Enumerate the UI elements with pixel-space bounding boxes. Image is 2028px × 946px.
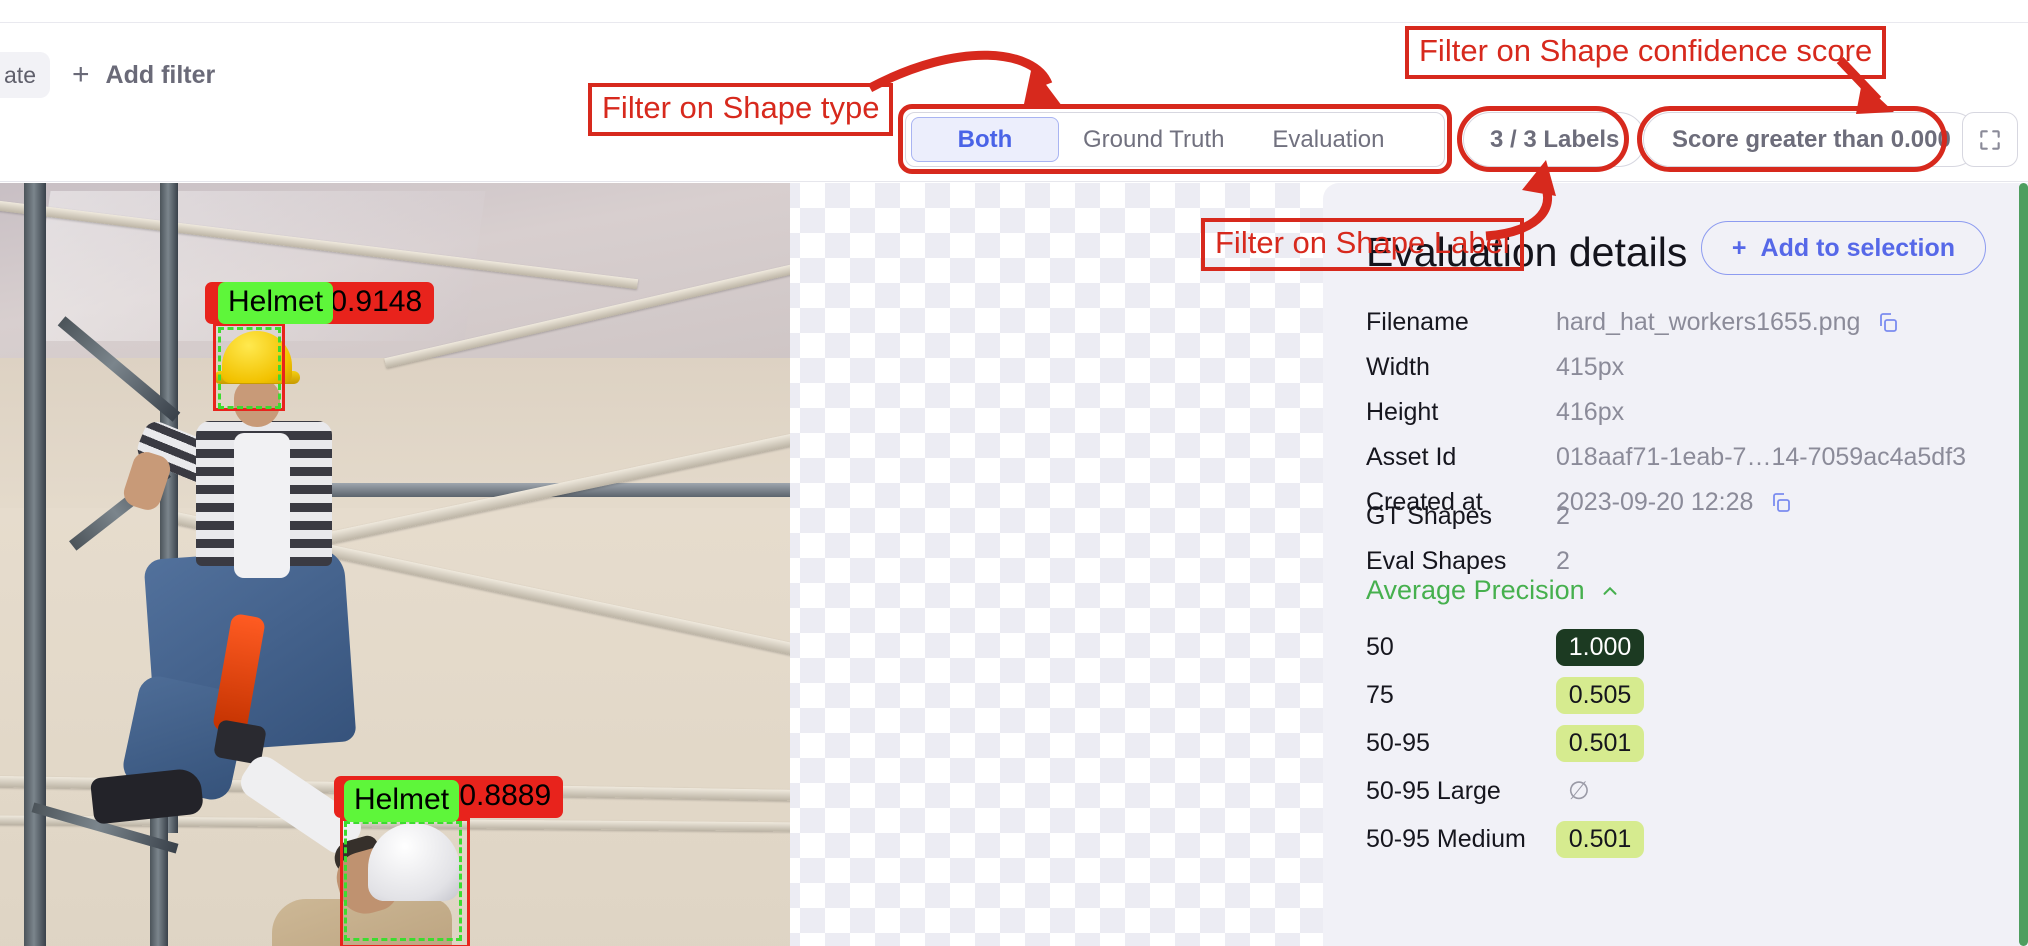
add-to-selection-label: Add to selection [1760,233,1955,262]
average-precision-title: Average Precision [1366,575,1585,605]
ap-key: 50 [1366,632,1394,661]
metadata-value: 416px [1556,398,1625,426]
page-title: Evaluation details [1366,229,1688,275]
annotated-image: Helmet- 0.9148 Helmet Helmet- 0.8889 Hel… [0,183,790,946]
shape-key: Eval Shapes [1366,547,1507,575]
copy-filename-icon[interactable] [1876,311,1900,335]
image-viewer[interactable]: Helmet- 0.9148 Helmet Helmet- 0.8889 Hel… [0,183,1323,946]
chevron-up-icon [1603,586,1617,595]
metadata-row-filename: Filename hard_hat_workers1655.png [1366,300,1996,345]
metadata-row-width: Width 415px [1366,345,1996,390]
metadata-key: Asset Id [1366,443,1457,471]
ground-truth-tag-2: Helmet [344,780,460,822]
panel-scrollbar[interactable] [2019,183,2028,946]
ap-badge: 0.501 [1556,820,1644,858]
add-filter-button[interactable]: + Add filter [72,52,215,98]
shape-value: 2 [1556,502,1570,530]
ap-row-50-95-large: 50-95 Large ∅ [1366,767,1996,815]
shape-type-option-both-label: Both [957,125,1013,153]
detection-tag-2-score: 0.8889 [459,779,552,812]
ap-row-50-95: 50-95 0.501 [1366,719,1996,767]
ground-truth-tag-2-label: Helmet [354,783,450,816]
ap-badge: ∅ [1568,777,1590,805]
evaluation-details-panel: + Add to selection Evaluation details Fi… [1323,183,2028,946]
metadata-key: Width [1366,353,1430,381]
ap-badge: 1.000 [1556,628,1644,666]
scene-tarp [0,183,790,358]
ap-row-50: 50 1.000 [1366,623,1996,671]
ap-row-50-95-medium: 50-95 Medium 0.501 [1366,815,1996,863]
shape-row-gt: GT Shapes 2 [1366,494,1996,539]
add-to-selection-button[interactable]: + Add to selection [1700,221,1986,275]
plus-icon: + [72,58,90,91]
metadata-value: 415px [1556,353,1625,381]
shape-value: 2 [1556,547,1570,575]
labels-filter-label: 3 / 3 Labels [1490,125,1620,153]
scene-pole-5 [150,803,168,946]
shape-counts-list: GT Shapes 2 Eval Shapes 2 [1366,494,1996,584]
ap-key: 75 [1366,680,1394,709]
shape-type-option-evaluation-label: Evaluation [1272,125,1385,153]
ap-key: 50-95 Large [1366,776,1501,805]
ap-key: 50-95 Medium [1366,824,1526,853]
scene-pole-1 [24,183,46,946]
ap-badge: 0.501 [1556,724,1644,762]
metadata-key: Filename [1366,308,1469,336]
ap-badge: 0.505 [1556,676,1644,714]
toolbar-divider [0,22,2028,23]
add-filter-label: Add filter [105,60,216,89]
ap-key: 50-95 [1366,728,1430,757]
shape-key: GT Shapes [1366,502,1493,530]
ground-truth-tag-1: Helmet [218,282,334,324]
shape-type-option-ground-truth[interactable]: Ground Truth [1059,117,1248,162]
metadata-key: Height [1366,398,1439,426]
shape-type-option-both[interactable]: Both [911,117,1059,162]
score-filter-label: Score greater than 0.000 [1672,125,1951,153]
fullscreen-icon [1980,129,2000,150]
top-toolbar: ate + Add filter Both Ground Truth Evalu… [0,0,2028,182]
ap-row-75: 75 0.505 [1366,671,1996,719]
average-precision-list: 50 1.000 75 0.505 50-95 0.501 50-95 Larg… [1366,623,1996,863]
detection-tag-1-score: 0.9148 [330,285,423,318]
fullscreen-button[interactable] [1962,112,2018,167]
filter-chip-partial[interactable]: ate [0,52,50,98]
shape-type-option-evaluation[interactable]: Evaluation [1248,117,1408,162]
scene-worker-upper-tshirt [234,433,290,578]
metadata-value: hard_hat_workers1655.png [1556,308,1861,336]
labels-filter-chip[interactable]: 3 / 3 Labels [1463,112,1647,167]
score-filter-chip[interactable]: Score greater than 0.000 [1643,112,1980,167]
scene-worker-upper-face [234,379,280,427]
metadata-value: 018aaf71-1eab-7…14-7059ac4a5df3 [1556,443,1967,471]
plus-icon: + [1731,233,1747,262]
shape-type-segmented-control[interactable]: Both Ground Truth Evaluation [905,112,1445,167]
metadata-list: Filename hard_hat_workers1655.png Width … [1366,300,1996,525]
metadata-row-height: Height 416px [1366,390,1996,435]
shape-type-option-ground-truth-label: Ground Truth [1083,125,1225,153]
ground-truth-tag-1-label: Helmet [228,285,324,318]
filter-chip-partial-label: ate [4,61,36,88]
average-precision-section-toggle[interactable]: Average Precision [1366,575,1621,606]
metadata-row-asset-id: Asset Id 018aaf71-1eab-7…14-7059ac4a5df3 [1366,435,1996,480]
